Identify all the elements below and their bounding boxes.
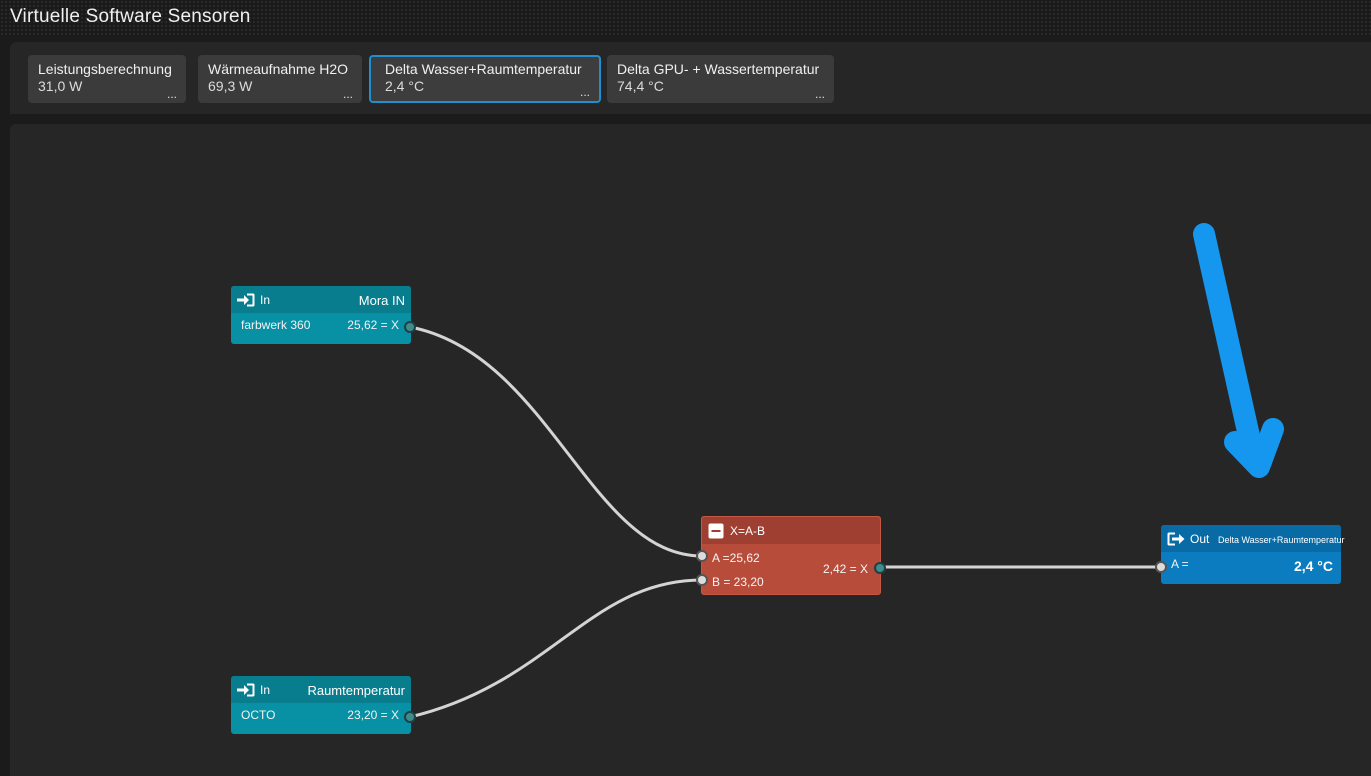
sensor-name: Wärmeaufnahme H2O (208, 61, 349, 77)
sensor-tile-leistungsberechnung[interactable]: Leistungsberechnung 31,0 W ... (28, 55, 186, 103)
sensor-value: 2,4 °C (385, 78, 425, 94)
sensor-name: Delta GPU- + Wassertemperatur (617, 61, 820, 77)
sensor-tile-delta-wasser-raum[interactable]: Delta Wasser+Raumtemperatur 2,4 °C ... (369, 55, 601, 103)
sensor-name: Leistungsberechnung (38, 61, 172, 77)
sensor-options-button[interactable]: ... (815, 88, 825, 100)
app-window: Virtuelle Software Sensoren Leistungsber… (0, 0, 1371, 776)
sensor-value: 74,4 °C (617, 78, 664, 94)
window-title: Virtuelle Software Sensoren (10, 6, 251, 27)
title-bar: Virtuelle Software Sensoren (0, 0, 1371, 36)
sensor-value: 69,3 W (208, 78, 253, 94)
annotation-arrow-icon (1193, 223, 1284, 478)
sensor-value: 31,0 W (38, 78, 83, 94)
sensor-name: Delta Wasser+Raumtemperatur (385, 61, 582, 77)
sensor-options-button[interactable]: ... (580, 86, 590, 98)
sensor-options-button[interactable]: ... (343, 88, 353, 100)
sensor-tile-waermeaufnahme[interactable]: Wärmeaufnahme H2O 69,3 W ... (198, 55, 362, 103)
sensor-tile-delta-gpu-wasser[interactable]: Delta GPU- + Wassertemperatur 74,4 °C ..… (607, 55, 834, 103)
sensor-list: Leistungsberechnung 31,0 W ... Wärmeaufn… (10, 42, 1371, 114)
node-editor-canvas[interactable]: In Mora IN farbwerk 360 25,62 = X In Rau… (10, 124, 1371, 776)
sensor-options-button[interactable]: ... (167, 88, 177, 100)
